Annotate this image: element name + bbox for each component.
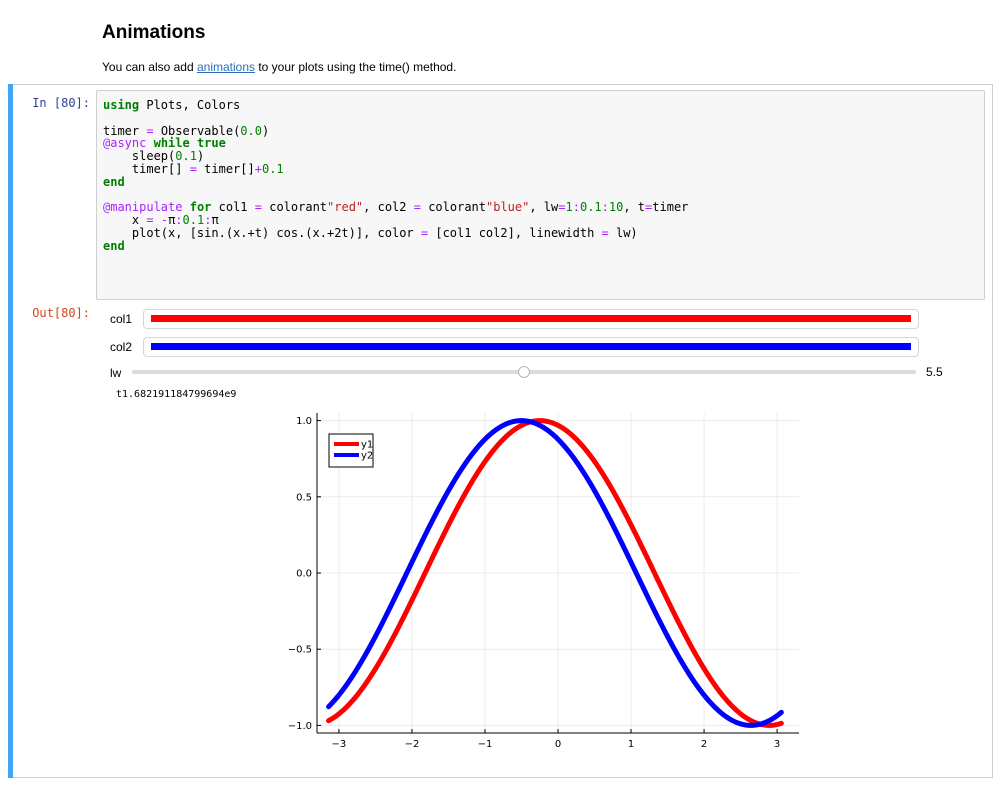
intro-text: You can also add animations to your plot… [102,60,456,74]
code-line: end [103,175,125,189]
code-token: colorant [420,200,486,215]
x-tick-label: −3 [332,739,347,750]
code-token: 0.1 [579,200,602,215]
x-tick-label: 2 [701,739,707,750]
lw-slider[interactable] [132,366,916,378]
code-token: plot(x, [sin.(x.+t) cos.(x.+2t)], color [103,225,421,240]
y-tick-label: −0.5 [288,645,312,656]
y-tick-label: 1.0 [296,416,312,427]
code-editor[interactable]: using Plots, Colors timer = Observable(0… [96,90,985,300]
x-tick-label: −1 [478,739,493,750]
legend-label-y2: y2 [361,451,373,462]
y-tick-label: 0.0 [296,569,312,580]
intro-text-after: to your plots using the time() method. [255,60,457,74]
input-prompt: In [80]: [32,96,90,110]
code-token: ) [261,123,270,138]
col1-color-swatch[interactable] [151,315,911,322]
code-token: lw) [608,225,638,240]
section-heading: Animations [102,22,206,43]
code-line: end [103,239,125,253]
col2-color-picker[interactable] [143,337,919,357]
y-tick-label: 0.5 [296,492,312,503]
code-token: timer[] [196,161,255,176]
code-token: 0.1 [261,161,284,176]
x-tick-label: 3 [774,739,780,750]
col2-label: col2 [110,340,133,354]
code-token: = [601,225,609,240]
code-token: 10 [608,200,624,215]
code-token: = [413,200,421,215]
timer-readout: t1.682191184799694e9 [116,389,237,400]
code-token: end [103,174,125,189]
x-tick-label: −2 [405,739,420,750]
code-token: colorant [262,200,328,215]
legend-label-y1: y1 [361,440,373,451]
code-token: : [572,200,580,215]
cell-selection-bar [8,84,13,778]
line-plot: −3 −2 −1 0 1 2 3 1.0 0.5 0.0 −0.5 −1.0 y1y2 [288,413,799,750]
code-token: Plots, Colors [139,98,241,112]
code-token: 0.0 [240,123,262,138]
code-token: end [103,238,125,253]
code-line: plot(x, [sin.(x.+t) cos.(x.+2t)], color … [103,226,638,240]
code-token: + [254,161,262,176]
x-tick-label: 0 [555,739,561,750]
lw-label: lw [110,366,122,380]
animations-link[interactable]: animations [197,60,255,74]
code-token: "red" [327,200,364,215]
lw-slider-handle[interactable] [518,366,530,378]
code-token: = [254,200,262,215]
code-token: = [189,161,197,176]
code-token: , t [623,200,646,215]
code-token: , lw [529,200,559,215]
code-line: timer[] = timer[]+0.1 [103,162,284,176]
code-token: timer [652,200,689,215]
code-text[interactable]: using Plots, Colors timer = Observable(0… [103,99,688,253]
code-token: 1 [565,200,573,215]
code-token: = [558,200,566,215]
code-token: , col2 [363,200,414,215]
code-token: using [103,98,140,112]
intro-text-before: You can also add [102,60,197,74]
y-tick-label: −1.0 [288,721,312,732]
x-tick-label: 1 [628,739,634,750]
col1-color-picker[interactable] [143,309,919,329]
code-token: : [601,200,609,215]
col1-label: col1 [110,312,133,326]
code-token: [col1 col2], linewidth [428,225,602,240]
col2-color-swatch[interactable] [151,343,911,350]
lw-value: 5.5 [926,365,943,379]
code-line: using Plots, Colors [103,98,240,112]
output-prompt: Out[80]: [32,306,90,320]
code-token: "blue" [486,200,530,215]
